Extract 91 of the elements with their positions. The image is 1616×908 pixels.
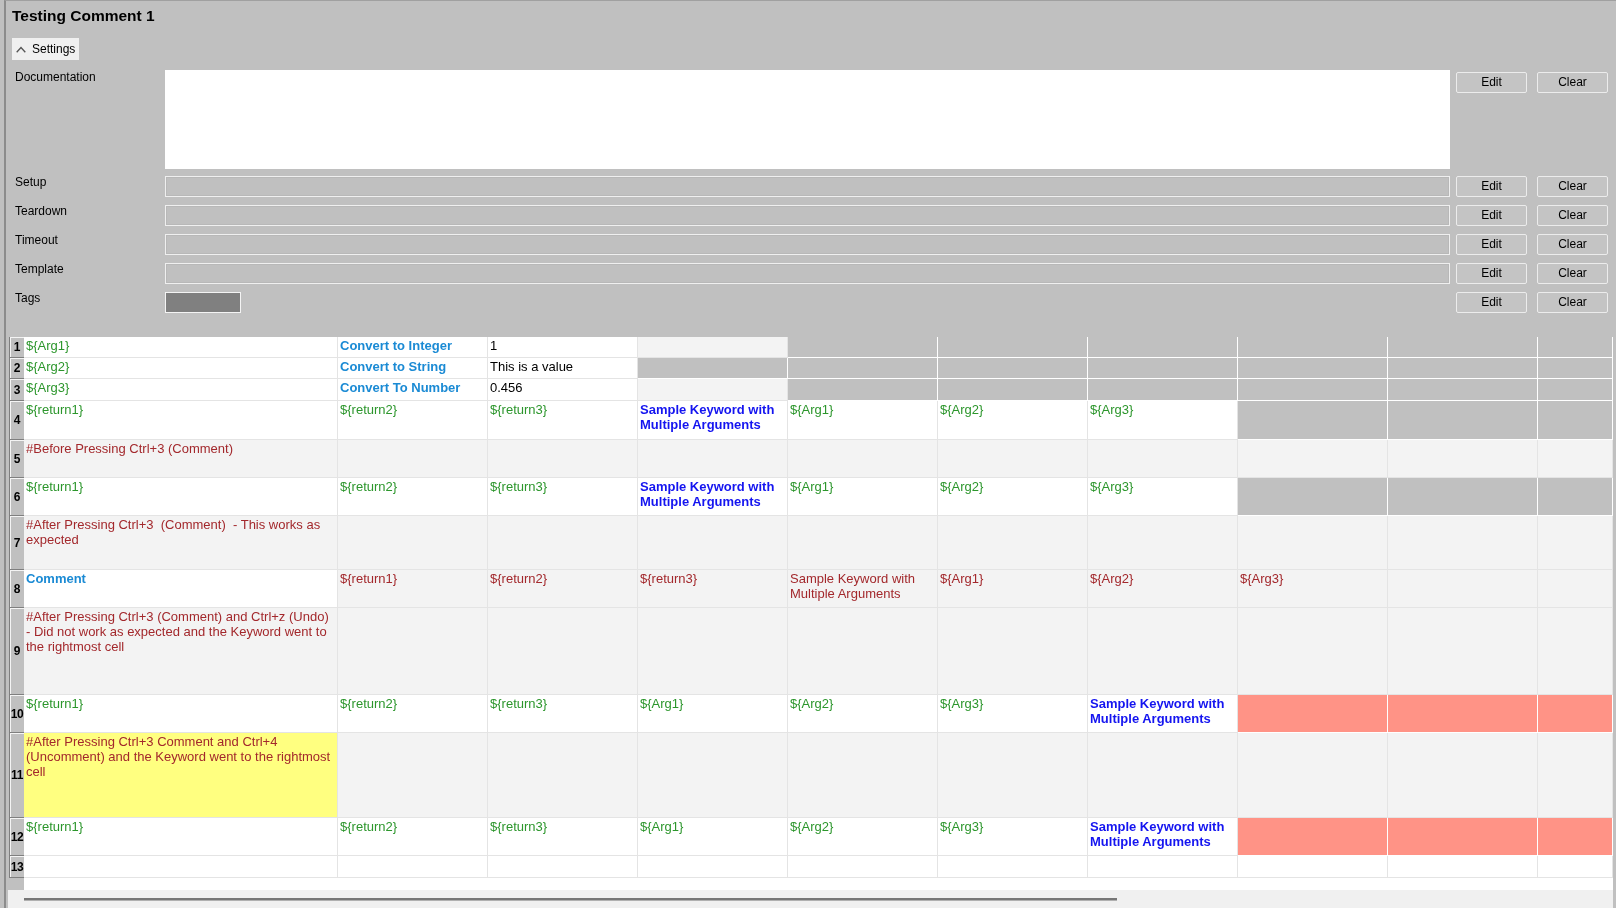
table-cell: ${return1} xyxy=(24,818,338,856)
table-cell: ${Arg1} xyxy=(24,337,338,358)
table-cell: Convert To Number xyxy=(338,379,488,401)
table-cell: ${return1} xyxy=(24,401,338,440)
edit-button[interactable]: Edit xyxy=(1456,176,1527,197)
table-cell: This is a value xyxy=(488,358,638,379)
table-cell: ${Arg2} xyxy=(938,401,1088,440)
settings-toggle[interactable]: Settings xyxy=(12,38,80,60)
table-cell: ${Arg3} xyxy=(938,818,1088,856)
table-cell: ${return2} xyxy=(338,695,488,733)
table-cell: ${Arg3} xyxy=(24,379,338,401)
edit-button[interactable]: Edit xyxy=(1456,72,1527,93)
table-cell: ${Arg3} xyxy=(1088,478,1238,516)
table-cell: 0.456 xyxy=(488,379,638,401)
chevron-up-icon xyxy=(16,45,26,53)
table-cell: ${return3} xyxy=(488,401,638,440)
input-field[interactable] xyxy=(165,176,1450,197)
table-cell: ${return3} xyxy=(488,478,638,516)
table-cell: ${Arg1} xyxy=(638,695,788,733)
clear-button[interactable]: Clear xyxy=(1537,72,1608,93)
clear-button[interactable]: Clear xyxy=(1537,292,1608,313)
row-number: 11 xyxy=(9,733,24,818)
row-number: 5 xyxy=(9,440,24,478)
table-cell: ${return2} xyxy=(338,478,488,516)
table-cell: ${Arg2} xyxy=(938,478,1088,516)
table-cell: ${Arg2} xyxy=(788,818,938,856)
clear-button[interactable]: Clear xyxy=(1537,176,1608,197)
field-label: Documentation xyxy=(15,70,97,83)
table-cell: ${return2} xyxy=(488,570,638,608)
table-cell: ${Arg3} xyxy=(1088,401,1238,440)
table-cell: 1 xyxy=(488,337,638,358)
table-cell: ${return3} xyxy=(488,695,638,733)
clear-button[interactable]: Clear xyxy=(1537,234,1608,255)
table-cell: #After Pressing Ctrl+3 (Comment) and Ctrl+z (Undo) - Did not work as expected and the Keyword went to the rightmost cell xyxy=(24,608,338,695)
table-cell: ${return1} xyxy=(24,695,338,733)
table-cell: ${Arg2} xyxy=(788,695,938,733)
table-cell: ${Arg3} xyxy=(938,695,1088,733)
table-cell: ${Arg1} xyxy=(638,818,788,856)
scrollbar-thumb[interactable] xyxy=(24,897,1117,901)
table-cell: ${return3} xyxy=(488,818,638,856)
table-cell: ${Arg2} xyxy=(1088,570,1238,608)
table-cell: Sample Keyword with Multiple Arguments xyxy=(1088,695,1238,733)
row-number: 3 xyxy=(9,379,24,401)
field-label: Teardown xyxy=(15,205,69,217)
table-cell: ${return2} xyxy=(338,818,488,856)
table-cell: ${return3} xyxy=(638,570,788,608)
clear-button[interactable]: Clear xyxy=(1537,263,1608,284)
table-cell: #After Pressing Ctrl+3 (Comment) - This works as expected xyxy=(24,516,338,570)
input-field[interactable] xyxy=(165,234,1450,255)
horizontal-scrollbar[interactable] xyxy=(8,890,1613,908)
text-area[interactable] xyxy=(165,70,1450,169)
table-cell: Sample Keyword with Multiple Arguments xyxy=(638,478,788,516)
table-cell: #After Pressing Ctrl+3 Comment and Ctrl+4 (Uncomment) and the Keyword went to the rightmost cell xyxy=(24,733,338,818)
table-cell: ${Arg2} xyxy=(24,358,338,379)
table-cell: ${Arg1} xyxy=(788,401,938,440)
field-label: Timeout xyxy=(15,234,59,246)
clear-button[interactable]: Clear xyxy=(1537,205,1608,226)
edit-button[interactable]: Edit xyxy=(1456,292,1527,313)
row-number: 12 xyxy=(9,818,24,856)
table-cell: #Before Pressing Ctrl+3 (Comment) xyxy=(24,440,338,478)
row-number: 1 xyxy=(9,337,24,358)
tags-field[interactable] xyxy=(165,292,241,313)
table-cell: Convert to String xyxy=(338,358,488,379)
input-field[interactable] xyxy=(165,205,1450,226)
table-cell: ${return1} xyxy=(338,570,488,608)
table-cell: Convert to Integer xyxy=(338,337,488,358)
row-number: 9 xyxy=(9,608,24,695)
field-label: Template xyxy=(15,263,65,275)
edit-button[interactable]: Edit xyxy=(1456,263,1527,284)
table-cell: ${Arg1} xyxy=(938,570,1088,608)
page-title: Testing Comment 1 xyxy=(12,6,155,26)
table-cell: Sample Keyword with Multiple Arguments xyxy=(788,570,938,608)
row-number: 6 xyxy=(9,478,24,516)
table-cell: ${return1} xyxy=(24,478,338,516)
input-field[interactable] xyxy=(165,263,1450,284)
row-number: 13 xyxy=(9,856,24,878)
table-cell: Sample Keyword with Multiple Arguments xyxy=(1088,818,1238,856)
table-cell: ${Arg3} xyxy=(1238,570,1388,608)
table-cell: ${return2} xyxy=(338,401,488,440)
table-cell: Comment xyxy=(24,570,338,608)
field-label: Tags xyxy=(15,292,42,304)
edit-button[interactable]: Edit xyxy=(1456,205,1527,226)
table-cell: Sample Keyword with Multiple Arguments xyxy=(638,401,788,440)
edit-button[interactable]: Edit xyxy=(1456,234,1527,255)
row-number: 4 xyxy=(9,401,24,440)
row-number: 2 xyxy=(9,358,24,379)
row-number: 7 xyxy=(9,516,24,570)
row-number: 8 xyxy=(9,570,24,608)
row-number: 10 xyxy=(9,695,24,733)
field-label: Setup xyxy=(15,176,48,188)
table-cell: ${Arg1} xyxy=(788,478,938,516)
